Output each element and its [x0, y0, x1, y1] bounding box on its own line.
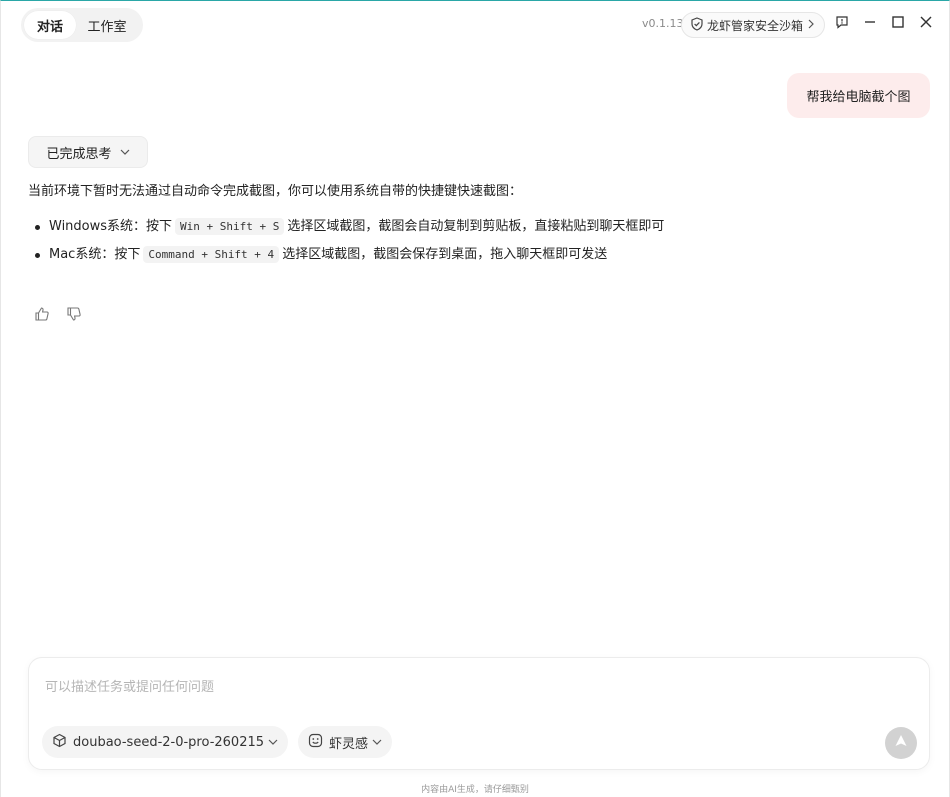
title-bar: 对话 工作室 v0.1.13 龙虾管家安全沙箱	[1, 1, 949, 47]
tab-studio[interactable]: 工作室	[76, 11, 138, 39]
chevron-down-icon	[268, 735, 278, 750]
mode-tabs: 对话 工作室	[21, 8, 143, 42]
cube-icon	[52, 733, 67, 752]
close-icon	[919, 15, 933, 33]
sparkle-face-icon	[308, 733, 323, 752]
model-label: doubao-seed-2-0-pro-260215	[73, 734, 265, 750]
thinking-toggle-button[interactable]: 已完成思考	[28, 136, 148, 168]
chevron-right-icon	[807, 18, 815, 32]
close-button[interactable]	[916, 14, 936, 34]
message-composer: doubao-seed-2-0-pro-260215 虾灵感	[28, 657, 930, 770]
minimize-button[interactable]	[860, 14, 880, 34]
shortcut-code: Command + Shift + 4	[143, 246, 280, 263]
list-item: Mac系统：按下 Command + Shift + 4 选择区域截图，截图会保存到…	[28, 243, 668, 267]
shortcut-code: Win + Shift + S	[175, 218, 285, 235]
answer-list: Windows系统：按下 Win + Shift + S 选择区域截图，截图会自动复…	[28, 215, 668, 267]
sandbox-label: 龙虾管家安全沙箱	[707, 18, 804, 33]
version-label: v0.1.13	[642, 17, 684, 30]
tab-chat[interactable]: 对话	[24, 11, 76, 39]
send-button[interactable]	[885, 727, 917, 759]
thumbs-down-icon[interactable]	[65, 305, 83, 323]
message-input[interactable]	[45, 676, 905, 700]
user-message-bubble: 帮我给电脑截个图	[787, 73, 930, 118]
send-arrow-icon	[893, 733, 909, 753]
list-item: Windows系统：按下 Win + Shift + S 选择区域截图，截图会自动复…	[28, 215, 668, 239]
ai-disclaimer: 内容由AI生成，请仔细甄别	[421, 785, 529, 795]
model-selector[interactable]: doubao-seed-2-0-pro-260215	[42, 726, 289, 758]
answer-feedback	[33, 305, 83, 323]
maximize-button[interactable]	[888, 14, 908, 34]
answer-intro: 当前环境下暂时无法通过自动命令完成截图，你可以使用系统自带的快捷键快速截图：	[28, 184, 523, 199]
sandbox-button[interactable]: 龙虾管家安全沙箱	[681, 12, 825, 38]
feedback-message-button[interactable]	[832, 14, 852, 34]
assistant-answer: 当前环境下暂时无法通过自动命令完成截图，你可以使用系统自带的快捷键快速截图： W…	[28, 181, 668, 271]
thumbs-up-icon[interactable]	[33, 305, 51, 323]
chevron-down-icon	[372, 735, 382, 750]
skill-label: 虾灵感	[329, 736, 369, 752]
chevron-down-icon	[120, 145, 130, 160]
maximize-icon	[891, 15, 905, 33]
shield-check-icon	[690, 16, 704, 34]
minimize-icon	[863, 15, 877, 33]
user-message-text: 帮我给电脑截个图	[806, 90, 911, 105]
skill-selector[interactable]: 虾灵感	[298, 726, 393, 758]
message-alert-icon	[835, 15, 849, 33]
thinking-label: 已完成思考	[46, 146, 112, 162]
